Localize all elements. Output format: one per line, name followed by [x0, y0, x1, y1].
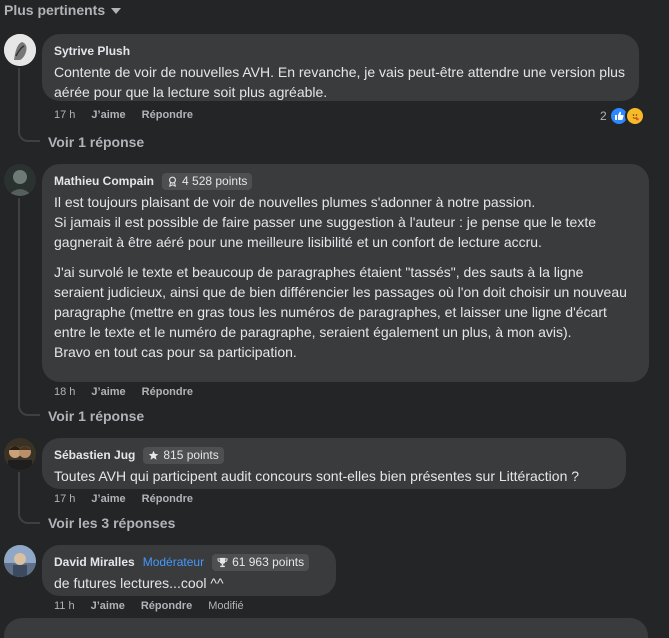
comment-text: de futures lectures...cool ^^ [54, 575, 224, 591]
view-replies-link[interactable]: Voir 1 réponse [48, 408, 144, 424]
comment-bubble: David Miralles Modérateur 61 963 points … [42, 545, 336, 596]
avatar[interactable] [4, 164, 36, 196]
points-badge[interactable]: 61 963 points [212, 553, 310, 571]
care-reaction-icon [624, 106, 645, 126]
avatar[interactable] [4, 438, 36, 470]
like-button[interactable]: J’aime [91, 600, 125, 612]
comment-bubble: Mathieu Compain 4 528 points Il est touj… [42, 164, 649, 382]
view-replies-link[interactable]: Voir les 3 réponses [48, 515, 175, 531]
reply-button[interactable]: Répondre [141, 600, 192, 612]
comment-text: Il est toujours plaisant de voir de nouv… [54, 192, 637, 362]
sort-label: Plus pertinents [4, 2, 106, 18]
badge-label: 61 963 points [232, 555, 305, 569]
thread-line [18, 68, 20, 130]
badge-medal-icon [169, 176, 176, 187]
comment-author[interactable]: David Miralles [54, 555, 135, 569]
comment-actions: 18 h J’aime Répondre [54, 386, 193, 398]
comment-bubble: Sytrive Plush Contente de voir de nouvel… [42, 34, 639, 101]
comment-author[interactable]: Sytrive Plush [54, 44, 130, 58]
reactions[interactable]: 2 [600, 106, 645, 126]
comment-actions: 17 h J’aime Répondre [54, 109, 193, 121]
reply-button[interactable]: Répondre [142, 109, 193, 121]
comment-paragraph: J'ai survolé le texte et beaucoup de par… [54, 264, 627, 340]
comment-actions: 17 h J’aime Répondre [54, 493, 193, 505]
reply-button[interactable]: Répondre [142, 386, 193, 398]
trophy-icon [217, 557, 228, 567]
comment-time[interactable]: 17 h [54, 109, 75, 121]
points-badge[interactable]: 815 points [143, 446, 224, 464]
thread-line [18, 472, 20, 512]
comment-paragraph: Bravo en tout cas pour sa participation. [54, 344, 297, 360]
next-comment-bubble [4, 618, 648, 638]
view-replies-link[interactable]: Voir 1 réponse [48, 134, 144, 150]
comment-paragraph: Il est toujours plaisant de voir de nouv… [54, 194, 536, 210]
comment-author[interactable]: Sébastien Jug [54, 448, 135, 462]
like-button[interactable]: J’aime [91, 493, 125, 505]
comment-time[interactable]: 17 h [54, 493, 75, 505]
badge-label: 4 528 points [182, 174, 248, 188]
reaction-count: 2 [600, 109, 607, 123]
badge-label: 815 points [163, 448, 219, 462]
like-button[interactable]: J’aime [91, 109, 125, 121]
reply-button[interactable]: Répondre [142, 493, 193, 505]
comment-time[interactable]: 11 h [54, 600, 75, 612]
points-badge[interactable]: 4 528 points [162, 172, 253, 190]
modified-label: Modifié [208, 600, 244, 612]
comment-text: Toutes AVH qui participent audit concour… [54, 468, 580, 484]
star-icon [149, 450, 159, 460]
sort-dropdown[interactable]: Plus pertinents [4, 2, 122, 18]
comment-author[interactable]: Mathieu Compain [54, 174, 154, 188]
comment-paragraph: Si jamais il est possible de faire passe… [54, 214, 596, 250]
avatar[interactable] [4, 34, 36, 66]
moderator-tag[interactable]: Modérateur [143, 555, 204, 569]
like-button[interactable]: J’aime [91, 386, 125, 398]
caret-down-icon [111, 8, 122, 14]
comment-text: Contente de voir de nouvelles AVH. En re… [54, 64, 625, 100]
avatar[interactable] [4, 545, 36, 577]
reply-connector [18, 404, 40, 416]
reply-connector [18, 512, 40, 524]
comment-bubble: Sébastien Jug 815 points Toutes AVH qui … [42, 438, 626, 489]
comment-actions: 11 h J’aime Répondre Modifié [54, 600, 244, 612]
thread-line [18, 198, 20, 404]
comment-time[interactable]: 18 h [54, 386, 75, 398]
reply-connector [18, 130, 40, 142]
